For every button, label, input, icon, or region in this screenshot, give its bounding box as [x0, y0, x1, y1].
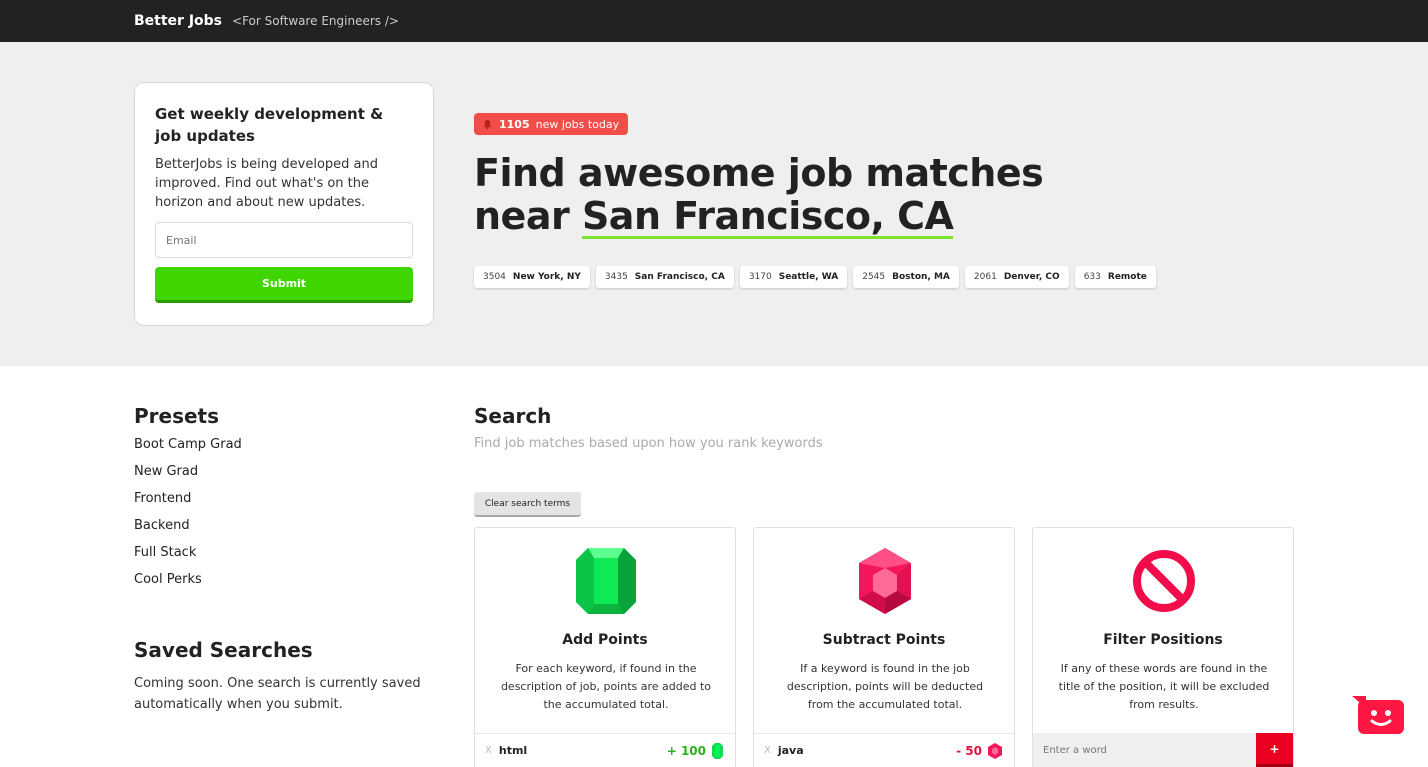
brand-logo[interactable]: Better Jobs [134, 13, 222, 29]
keyword-row: X html + 100 [475, 733, 735, 767]
filter-positions-title: Filter Positions [1103, 632, 1223, 648]
green-gem-icon [712, 742, 723, 759]
add-points-card: Add Points For each keyword, if found in… [474, 527, 736, 767]
preset-boot-camp-grad[interactable]: Boot Camp Grad [134, 436, 434, 463]
city-chip-seattle[interactable]: 3170 Seattle, WA [739, 266, 848, 288]
headline-line1: Find awesome job matches [474, 151, 1044, 195]
subtract-points-title: Subtract Points [822, 632, 946, 648]
keyword-label: java [777, 744, 804, 757]
filter-positions-description: If any of these words are found in the t… [1058, 662, 1270, 711]
city-count: 3504 [483, 272, 506, 282]
presets-list: Boot Camp Grad New Grad Frontend Backend… [134, 436, 434, 598]
saved-searches-title: Saved Searches [134, 638, 313, 662]
submit-button[interactable]: Submit [155, 267, 413, 303]
newsletter-title: Get weekly development & job updates [155, 105, 384, 145]
top-nav: Better Jobs <For Software Engineers /> [0, 0, 1428, 42]
city-count: 633 [1083, 272, 1101, 282]
city-name: Remote [1107, 272, 1147, 282]
filter-word-input[interactable] [1033, 733, 1257, 767]
add-points-title: Add Points [562, 632, 648, 648]
city-chip-denver[interactable]: 2061 Denver, CO [964, 266, 1069, 288]
preset-frontend[interactable]: Frontend [134, 490, 434, 517]
city-name: Denver, CO [1003, 272, 1060, 282]
newsletter-description: BetterJobs is being developed and improv… [155, 157, 378, 210]
preset-full-stack[interactable]: Full Stack [134, 544, 434, 571]
clear-search-terms-button[interactable]: Clear search terms [474, 492, 581, 517]
presets-panel: Presets Boot Camp Grad New Grad Frontend… [134, 404, 434, 598]
red-gem-icon [988, 742, 1002, 759]
preset-cool-perks[interactable]: Cool Perks [134, 571, 434, 598]
hero-section: Get weekly development & job updates Bet… [0, 42, 1428, 366]
prohibited-icon [1133, 550, 1195, 612]
search-subtitle: Find job matches based upon how you rank… [474, 436, 823, 451]
chat-widget-icon[interactable] [1352, 696, 1404, 736]
subtract-points-description: If a keyword is found in the job descrip… [786, 662, 984, 711]
city-chip-remote[interactable]: 633 Remote [1074, 266, 1156, 288]
page-title: Find awesome job matches near San Franci… [474, 151, 1044, 239]
city-count: 2545 [862, 272, 886, 282]
keyword-points[interactable]: - 50 [956, 744, 982, 758]
filter-positions-card: Filter Positions If any of these words a… [1032, 527, 1294, 767]
newsletter-card: Get weekly development & job updates Bet… [134, 82, 434, 326]
remove-keyword-button[interactable]: X [485, 745, 492, 756]
remove-keyword-button[interactable]: X [764, 745, 771, 756]
green-gem-icon [576, 548, 636, 614]
city-name: Seattle, WA [778, 272, 839, 282]
saved-searches-text: Coming soon. One search is currently sav… [134, 676, 421, 712]
subtract-points-card: Subtract Points If a keyword is found in… [753, 527, 1015, 767]
add-points-description: For each keyword, if found in the descri… [500, 662, 712, 711]
keyword-points[interactable]: + 100 [667, 744, 706, 758]
headline-city[interactable]: San Francisco, CA [581, 196, 954, 239]
keyword-row: X java - 50 [754, 733, 1014, 767]
city-count: 2061 [973, 272, 997, 282]
city-chip-new-york[interactable]: 3504 New York, NY [474, 266, 590, 288]
city-chip-san-francisco[interactable]: 3435 San Francisco, CA [595, 266, 734, 288]
city-name: New York, NY [512, 272, 581, 282]
preset-new-grad[interactable]: New Grad [134, 463, 434, 490]
city-chips: 3504 New York, NY 3435 San Francisco, CA… [474, 266, 1156, 288]
new-jobs-badge: 1105 new jobs today [474, 113, 629, 135]
email-field[interactable] [155, 222, 413, 258]
city-count: 3170 [748, 272, 772, 282]
keyword-label: html [498, 744, 528, 757]
new-jobs-text: new jobs today [535, 117, 620, 131]
city-name: Boston, MA [892, 272, 950, 282]
filter-input-row: + [1033, 733, 1293, 767]
city-count: 3435 [604, 272, 628, 282]
search-title: Search [474, 404, 552, 428]
city-chip-boston[interactable]: 2545 Boston, MA [853, 266, 959, 288]
brand-tagline: <For Software Engineers /> [232, 14, 399, 28]
new-jobs-count: 1105 [499, 117, 530, 131]
add-filter-button[interactable]: + [1256, 733, 1293, 767]
presets-title: Presets [134, 404, 220, 428]
bell-icon [483, 119, 492, 129]
preset-backend[interactable]: Backend [134, 517, 434, 544]
headline-near: near [474, 194, 582, 238]
city-name: San Francisco, CA [634, 272, 725, 282]
red-gem-icon [859, 548, 911, 614]
